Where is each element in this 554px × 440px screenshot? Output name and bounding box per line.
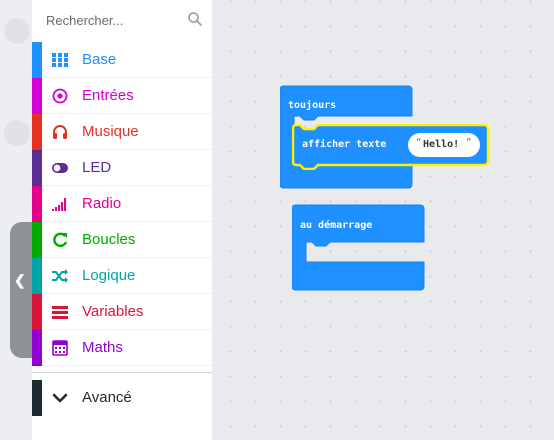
toolbox-divider (32, 372, 212, 373)
target-icon (52, 88, 68, 104)
on-start-block-label: au démarrage (300, 220, 373, 231)
on-start-block[interactable] (292, 204, 426, 294)
category-label: Entrées (82, 87, 134, 104)
signal-icon (52, 198, 66, 211)
category-entrees[interactable]: Entrées (32, 78, 212, 114)
toolbox-search (32, 0, 212, 42)
category-avance[interactable]: Avancé (32, 380, 212, 416)
string-value-pill[interactable]: “ Hello! ” (408, 133, 480, 157)
category-color-bar (32, 294, 42, 330)
category-label: LED (82, 159, 112, 176)
calculator-icon (52, 340, 68, 356)
category-label: Radio (82, 195, 122, 212)
chevron-left-icon[interactable]: ❮ (14, 272, 26, 289)
category-label: Boucles (82, 231, 136, 248)
simulator-collapse-handle[interactable] (10, 222, 34, 358)
simulator-led-shadow (4, 18, 30, 44)
category-label: Base (82, 51, 117, 68)
search-icon[interactable] (186, 10, 204, 28)
category-color-bar (32, 222, 42, 258)
open-quote-icon: “ (416, 138, 422, 148)
category-label: Variables (82, 303, 144, 320)
category-color-bar (32, 150, 42, 186)
category-label: Musique (82, 123, 139, 140)
headphones-icon (53, 125, 67, 139)
category-color-bar (32, 78, 42, 114)
close-quote-icon: ” (466, 138, 472, 148)
string-value-text[interactable]: Hello! (423, 139, 459, 150)
category-label: Avancé (82, 389, 132, 406)
category-logique[interactable]: Logique (32, 258, 212, 294)
show-string-label: afficher texte (302, 139, 387, 150)
category-color-bar (32, 380, 42, 416)
category-led[interactable]: LED (32, 150, 212, 186)
forever-block-label: toujours (288, 100, 337, 111)
grid-icon (52, 53, 68, 67)
category-musique[interactable]: Musique (32, 114, 212, 150)
category-label: Maths (82, 339, 123, 356)
blocks-workspace[interactable]: toujours afficher texte “ Hello! ” au dé… (212, 0, 554, 440)
toolbox: Base Entrées Musique LED (32, 0, 212, 440)
category-color-bar (32, 42, 42, 78)
category-color-bar (32, 186, 42, 222)
search-input[interactable] (46, 10, 176, 30)
shuffle-icon (52, 269, 68, 283)
category-color-bar (32, 330, 42, 366)
toggle-icon (52, 163, 68, 173)
refresh-icon (53, 232, 68, 248)
category-base[interactable]: Base (32, 42, 212, 78)
simulator-button-shadow (4, 120, 30, 146)
category-color-bar (32, 258, 42, 294)
chevron-down-icon (52, 393, 68, 403)
category-boucles[interactable]: Boucles (32, 222, 212, 258)
lines-icon (52, 306, 68, 319)
category-variables[interactable]: Variables (32, 294, 212, 330)
category-maths[interactable]: Maths (32, 330, 212, 366)
category-label: Logique (82, 267, 136, 284)
category-color-bar (32, 114, 42, 150)
category-radio[interactable]: Radio (32, 186, 212, 222)
simulator-panel (0, 0, 32, 440)
